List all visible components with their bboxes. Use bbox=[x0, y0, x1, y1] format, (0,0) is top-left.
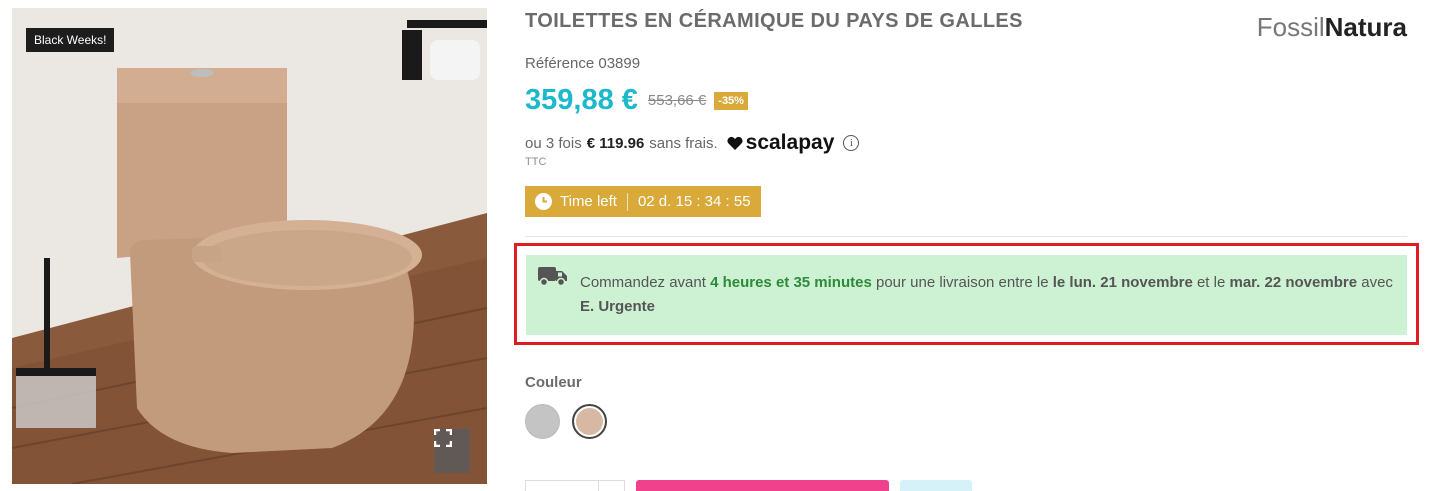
scalapay-logo: scalapay bbox=[727, 131, 835, 155]
product-info: TOILETTES EN CÉRAMIQUE DU PAYS DE GALLES… bbox=[514, 0, 1419, 491]
heart-icon bbox=[727, 136, 743, 150]
brand-logo-part1: Fossil bbox=[1256, 12, 1325, 42]
color-swatch-beige[interactable] bbox=[572, 404, 607, 439]
current-price: 359,88 € bbox=[525, 84, 638, 116]
delivery-time-remaining: 4 heures et 35 minutes bbox=[710, 274, 872, 291]
product-image bbox=[12, 8, 487, 484]
countdown-label: Time left bbox=[560, 193, 617, 210]
add-to-cart-button[interactable] bbox=[636, 480, 889, 491]
delivery-date-start: le lun. 21 novembre bbox=[1052, 274, 1193, 291]
quantity-stepper-divider bbox=[598, 481, 599, 491]
truck-icon bbox=[538, 267, 567, 287]
delivery-date-end: mar. 22 novembre bbox=[1229, 274, 1358, 291]
clock-icon bbox=[535, 193, 552, 210]
installment-suffix: sans frais. bbox=[649, 134, 718, 152]
promo-badge: Black Weeks! bbox=[26, 28, 115, 52]
countdown-separator bbox=[626, 192, 628, 211]
installment-amount: € 119.96 bbox=[586, 134, 645, 152]
info-icon[interactable]: i bbox=[843, 135, 860, 151]
product-title: TOILETTES EN CÉRAMIQUE DU PAYS DE GALLES bbox=[525, 10, 1023, 32]
countdown-timer: Time left 02 d. 15 : 34 : 55 bbox=[525, 186, 761, 217]
expand-icon bbox=[434, 429, 452, 447]
installment-info: ou 3 fois € 119.96 sans frais. scalapay … bbox=[525, 131, 860, 155]
delivery-text-1: Commandez avant bbox=[580, 274, 711, 291]
quantity-stepper[interactable] bbox=[525, 480, 625, 491]
countdown-value: 02 d. 15 : 34 : 55 bbox=[637, 193, 751, 210]
discount-badge: -35% bbox=[714, 91, 748, 110]
delivery-text: Commandez avant 4 heures et 35 minutes p… bbox=[580, 271, 1395, 319]
section-divider bbox=[525, 236, 1407, 237]
delivery-highlight-frame: Commandez avant 4 heures et 35 minutes p… bbox=[514, 243, 1419, 345]
color-swatch-grey[interactable] bbox=[525, 404, 560, 439]
scalapay-label: scalapay bbox=[745, 131, 835, 154]
delivery-text-3: et le bbox=[1192, 274, 1230, 291]
tax-note: TTC bbox=[525, 156, 547, 168]
color-option-label: Couleur bbox=[525, 374, 582, 391]
delivery-carrier: E. Urgente bbox=[580, 298, 656, 315]
wishlist-button[interactable] bbox=[900, 480, 972, 491]
product-reference: Référence 03899 bbox=[525, 55, 641, 72]
delivery-estimate: Commandez avant 4 heures et 35 minutes p… bbox=[526, 255, 1407, 335]
product-image-gallery[interactable]: Black Weeks! bbox=[12, 8, 487, 484]
installment-prefix: ou 3 fois bbox=[525, 134, 582, 152]
price-row: 359,88 € 553,66 € -35% bbox=[525, 84, 748, 117]
old-price: 553,66 € bbox=[647, 92, 707, 109]
brand-logo-part2: Natura bbox=[1324, 12, 1407, 42]
delivery-text-2: pour une livraison entre le bbox=[871, 274, 1053, 291]
fullscreen-button[interactable] bbox=[434, 429, 470, 473]
brand-logo[interactable]: FossilNatura bbox=[1257, 12, 1407, 43]
delivery-text-4: avec bbox=[1357, 274, 1393, 291]
